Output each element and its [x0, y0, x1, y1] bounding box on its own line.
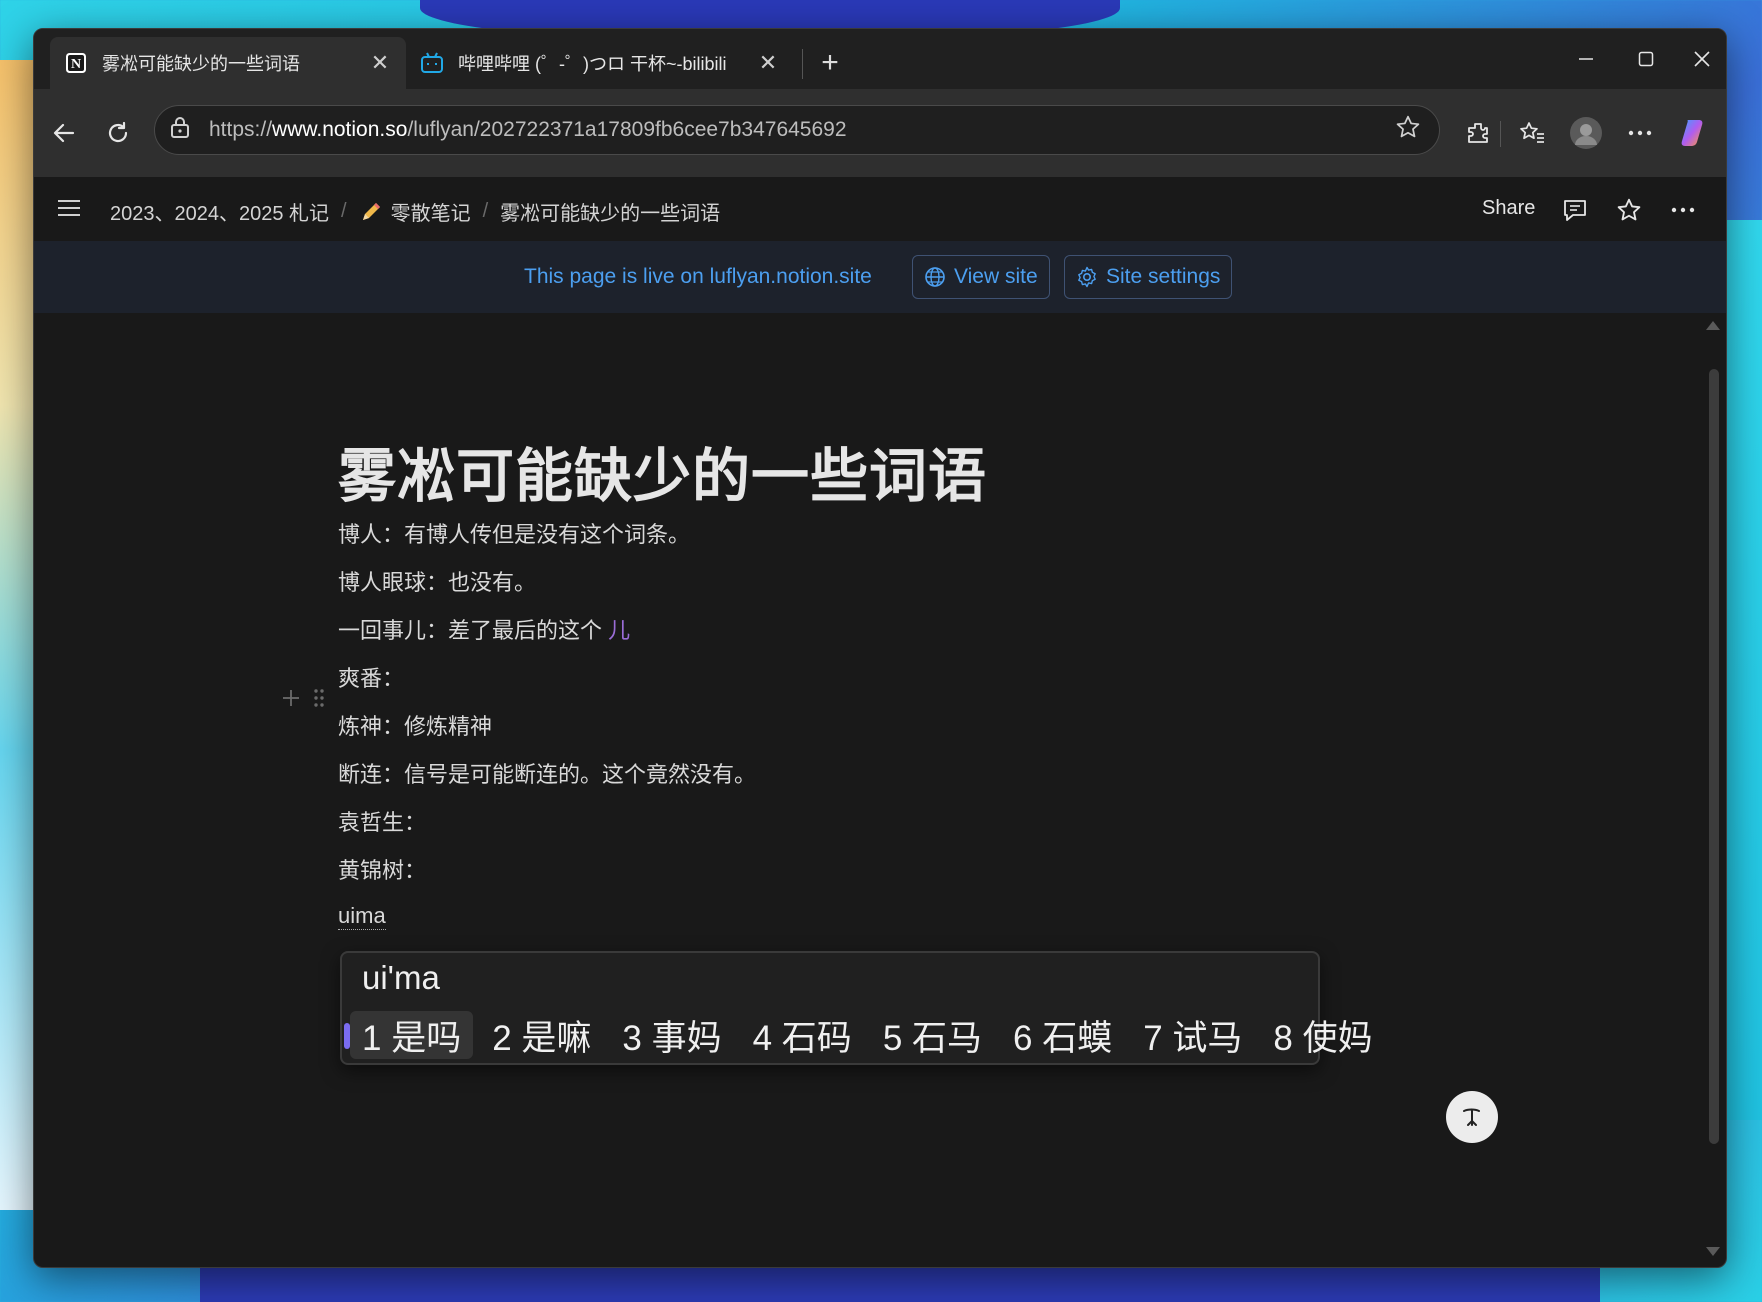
breadcrumb-item[interactable]: 零散笔记	[391, 197, 471, 226]
toolbar-separator	[1500, 121, 1501, 147]
ime-candidate[interactable]: 6 石蟆	[1001, 1011, 1124, 1059]
breadcrumb-item[interactable]: 雾凇可能缺少的一些词语	[500, 197, 720, 226]
favorites-icon[interactable]	[1510, 111, 1554, 155]
text-block[interactable]: 博人：有博人传但是没有这个词条。	[338, 517, 690, 549]
page-content: 雾凇可能缺少的一些词语 博人：有博人传但是没有这个词条。 博人眼球：也没有。 一…	[34, 313, 1694, 1267]
breadcrumb-item[interactable]: 2023、2024、2025 札记	[110, 197, 329, 226]
pencil-icon	[359, 200, 383, 224]
text-block[interactable]: 袁哲生：	[338, 805, 426, 837]
more-options-icon[interactable]	[1666, 193, 1700, 227]
notion-icon: N	[64, 51, 88, 75]
close-icon[interactable]: ✕	[368, 50, 392, 76]
text-block[interactable]: 断连：信号是可能断连的。这个竟然没有。	[338, 757, 756, 789]
tab-bar: N 雾凇可能缺少的一些词语 ✕ 哔哩哔哩 (゜-゜)つロ 干杯~-bilibil…	[34, 29, 1726, 89]
scrollbar-thumb[interactable]	[1709, 369, 1719, 1144]
tab-bilibili[interactable]: 哔哩哔哩 (゜-゜)つロ 干杯~-bilibili ✕	[406, 37, 794, 89]
minimize-icon[interactable]	[1556, 39, 1616, 79]
ime-candidate[interactable]: 8 使妈	[1261, 1011, 1384, 1059]
ime-candidate[interactable]: 1 是吗	[343, 1011, 474, 1059]
navigation-bar: https://www.notion.so/luflyan/202722371a…	[34, 89, 1726, 177]
banner-text: This page is live on luflyan.notion.site	[524, 265, 872, 288]
add-block-icon[interactable]	[280, 687, 302, 716]
help-button[interactable]	[1446, 1091, 1498, 1143]
drag-handle-icon[interactable]	[312, 687, 326, 716]
view-site-label: View site	[954, 265, 1038, 288]
breadcrumb-separator: /	[482, 200, 489, 222]
extensions-icon[interactable]	[1456, 111, 1500, 155]
close-window-icon[interactable]	[1672, 39, 1726, 79]
tab-notion[interactable]: N 雾凇可能缺少的一些词语 ✕	[50, 37, 406, 89]
ime-candidate[interactable]: 4 石码	[741, 1011, 864, 1059]
bilibili-icon	[420, 51, 444, 75]
gear-icon	[1076, 266, 1098, 288]
breadcrumb-separator: /	[341, 200, 347, 222]
site-info-icon[interactable]	[169, 115, 195, 145]
ime-composing-text[interactable]: uima	[338, 903, 386, 930]
site-settings-button[interactable]: Site settings	[1064, 255, 1233, 299]
text-block[interactable]: 博人眼球：也没有。	[338, 565, 536, 597]
address-bar[interactable]: https://www.notion.so/luflyan/202722371a…	[154, 105, 1440, 155]
view-site-button[interactable]: View site	[912, 255, 1050, 299]
page-title[interactable]: 雾凇可能缺少的一些词语	[338, 429, 987, 513]
text-block[interactable]: 炼神：修炼精神	[338, 709, 492, 741]
ime-candidate-list: 1 是吗 2 是嘛 3 事妈 4 石码 5 石马 6 石蟆 7 试马 8 使妈	[343, 1011, 1392, 1059]
block-controls	[280, 687, 326, 716]
globe-icon	[924, 266, 946, 288]
scroll-up-icon[interactable]	[1706, 321, 1720, 330]
notion-topbar: 2023、2024、2025 札记 / 零散笔记 / 雾凇可能缺少的一些词语 S…	[34, 177, 1726, 241]
published-banner: This page is live on luflyan.notion.site…	[34, 241, 1726, 313]
new-tab-icon[interactable]: +	[812, 45, 848, 81]
copilot-icon[interactable]	[1672, 111, 1716, 155]
ime-candidate[interactable]: 7 试马	[1131, 1011, 1254, 1059]
profile-avatar[interactable]	[1564, 111, 1608, 155]
ime-candidate[interactable]: 5 石马	[871, 1011, 994, 1059]
tab-title: 雾凇可能缺少的一些词语	[102, 54, 300, 74]
menu-icon[interactable]	[54, 193, 88, 227]
ime-composition: ui'ma	[362, 959, 440, 996]
text-block[interactable]: 黄锦树：	[338, 853, 426, 885]
url-text: https://www.notion.so/luflyan/202722371a…	[209, 118, 847, 141]
breadcrumb: 2023、2024、2025 札记 / 零散笔记 / 雾凇可能缺少的一些词语	[110, 197, 720, 226]
back-icon[interactable]	[44, 113, 84, 153]
site-settings-label: Site settings	[1106, 265, 1221, 288]
svg-text:N: N	[71, 57, 81, 72]
tab-title: 哔哩哔哩 (゜-゜)つロ 干杯~-bilibili	[458, 54, 727, 74]
maximize-icon[interactable]	[1616, 39, 1676, 79]
text-block[interactable]: 爽番：	[338, 661, 404, 693]
highlighted-text: 儿	[608, 618, 631, 643]
ime-candidate[interactable]: 3 事妈	[610, 1011, 733, 1059]
favorite-star-icon[interactable]	[1395, 114, 1425, 146]
text-block[interactable]: 一回事儿：差了最后的这个 儿	[338, 613, 630, 645]
refresh-icon[interactable]	[98, 113, 138, 153]
comment-icon[interactable]	[1558, 193, 1592, 227]
browser-window: N 雾凇可能缺少的一些词语 ✕ 哔哩哔哩 (゜-゜)つロ 干杯~-bilibil…	[33, 28, 1727, 1268]
close-icon[interactable]: ✕	[756, 50, 780, 76]
ime-candidate-window: ui'ma 1 是吗 2 是嘛 3 事妈 4 石码 5 石马 6 石蟆 7 试马…	[340, 951, 1373, 1065]
favorite-star-icon[interactable]	[1612, 193, 1646, 227]
ime-candidate[interactable]: 2 是嘛	[480, 1011, 603, 1059]
more-options-icon[interactable]	[1618, 111, 1662, 155]
scroll-down-icon[interactable]	[1706, 1247, 1720, 1256]
tab-separator	[802, 49, 803, 79]
share-button[interactable]: Share	[1482, 197, 1535, 220]
